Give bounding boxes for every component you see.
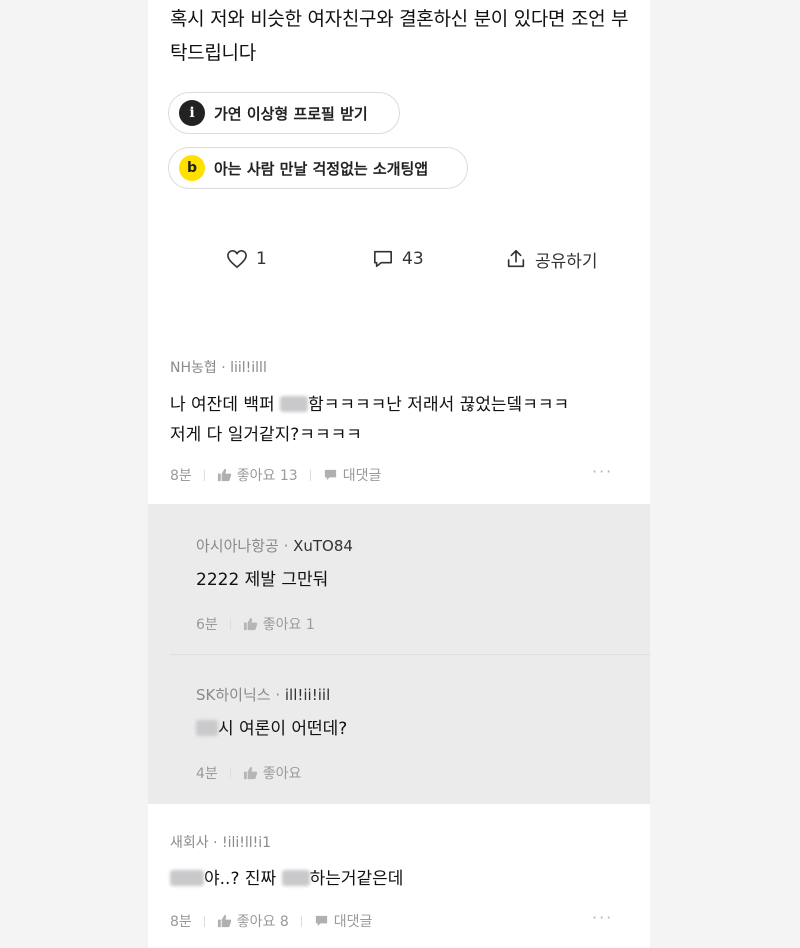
comment-icon (374, 250, 392, 268)
comment-text: 하는거같은데 (309, 869, 404, 889)
heart-icon (227, 249, 247, 269)
like-count[interactable]: 좋아요 13 (237, 465, 298, 485)
reply-footer: 4분 좋아요 (196, 763, 301, 783)
like-count[interactable]: 좋아요 8 (237, 911, 289, 931)
comment-text: 저게 다 일거같지?ㅋㅋㅋㅋ (170, 425, 362, 445)
thumb-up-icon[interactable] (217, 914, 232, 928)
share-icon (507, 249, 525, 268)
share-button[interactable]: 공유하기 (505, 244, 598, 274)
reply-button[interactable]: 대댓글 (334, 911, 373, 931)
comment-button[interactable]: 43 (372, 244, 424, 274)
comment-body: 나 여잔데 백퍼 함ㅋㅋㅋㅋ난 저래서 끊었는뎈ㅋㅋㅋ 저게 다 일거같지?ㅋㅋ… (170, 390, 640, 450)
like-count[interactable]: 좋아요 (263, 763, 302, 783)
redacted-mask (280, 396, 309, 412)
reply-time: 6분 (196, 617, 218, 633)
reply-body: 2222 제발 그만둬 (196, 570, 329, 590)
promo-profile-button[interactable]: i 가연 이상형 프로필 받기 (168, 92, 400, 134)
comment-footer: 8분 좋아요 8 대댓글 (170, 911, 372, 931)
comment-count: 43 (402, 249, 424, 269)
more-options-icon[interactable]: ··· (592, 462, 613, 481)
comment-time: 8분 (170, 468, 192, 484)
redacted-mask (196, 720, 218, 736)
comment-text: 나 여잔데 백퍼 (170, 395, 281, 415)
reply-author[interactable]: SK하이닉스 · ill!ii!iil (196, 684, 330, 705)
thumb-up-icon[interactable] (243, 766, 258, 780)
comment-time: 8분 (170, 914, 192, 930)
author-company: 아시아나항공 · (196, 537, 294, 555)
comment-footer: 8분 좋아요 13 대댓글 (170, 465, 381, 485)
like-count: 1 (256, 249, 267, 269)
comment-text: 야..? 진짜 (204, 869, 282, 889)
reply-bubble-icon[interactable] (314, 914, 329, 928)
reply-author[interactable]: 아시아나항공 · XuTO84 (196, 535, 353, 556)
like-count[interactable]: 좋아요 1 (263, 614, 315, 634)
promo-label: 가연 이상형 프로필 받기 (214, 104, 368, 123)
promo-dating-app-button[interactable]: b 아는 사람 만날 걱정없는 소개팅앱 (168, 147, 468, 189)
author-company: SK하이닉스 · (196, 686, 285, 704)
comment-body: 야..? 진짜 하는거같은데 (170, 864, 640, 894)
more-options-icon[interactable]: ··· (592, 908, 613, 927)
promo-label: 아는 사람 만날 걱정없는 소개팅앱 (214, 159, 429, 178)
info-icon: i (179, 100, 205, 126)
author-nickname: XuTO84 (293, 537, 353, 555)
reply-body: 시 여론이 어떤데? (196, 714, 347, 744)
post-body: 혹시 저와 비슷한 여자친구와 결혼하신 분이 있다면 조언 부탁드립니다 (170, 8, 629, 64)
redacted-mask (170, 870, 204, 886)
reply-text: 시 여론이 어떤데? (218, 719, 348, 739)
comment-author[interactable]: NH농협 · liil!illl (170, 357, 267, 377)
like-button[interactable]: 1 (226, 244, 267, 274)
brand-b-icon: b (179, 155, 205, 181)
reply-time: 4분 (196, 766, 218, 782)
thumb-up-icon[interactable] (217, 468, 232, 482)
reply-bubble-icon[interactable] (323, 468, 338, 482)
divider (170, 654, 650, 655)
redacted-mask (281, 870, 310, 886)
share-label: 공유하기 (535, 251, 598, 272)
comment-author[interactable]: 새회사 · !ili!ll!i1 (170, 832, 271, 852)
reply-button[interactable]: 대댓글 (343, 465, 382, 485)
reply-footer: 6분 좋아요 1 (196, 614, 315, 634)
comment-text: 함ㅋㅋㅋㅋ난 저래서 끊었는뎈ㅋㅋㅋ (308, 395, 570, 415)
thumb-up-icon[interactable] (243, 617, 258, 631)
author-nickname: ill!ii!iil (284, 686, 331, 704)
